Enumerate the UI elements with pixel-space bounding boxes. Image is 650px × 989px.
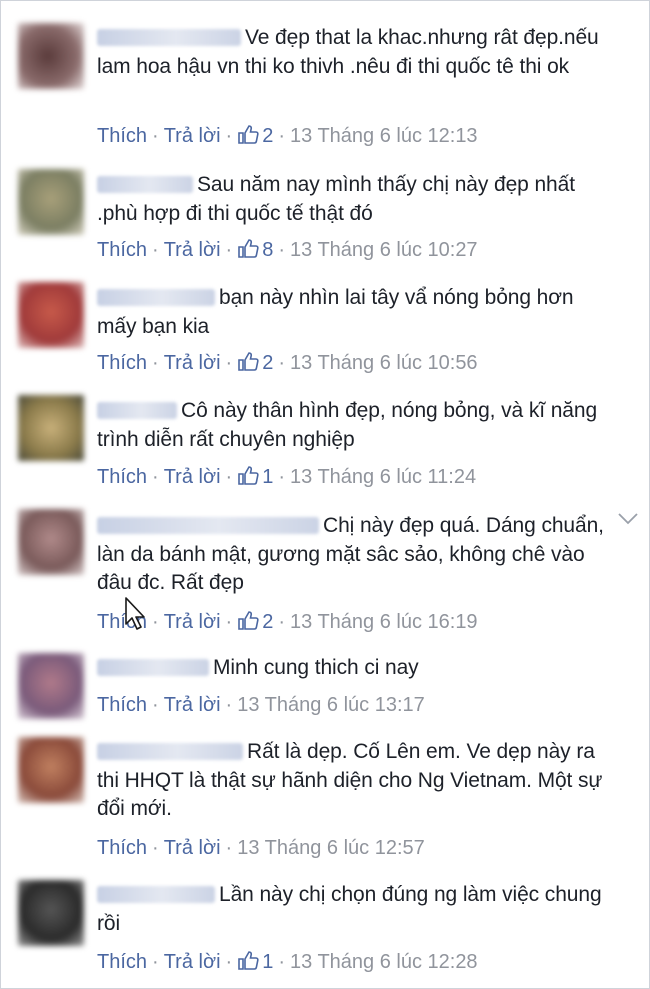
separator: · [152,239,159,261]
like-count[interactable]: 8 [237,239,273,261]
separator: · [278,951,285,973]
comment-actions: Thích · Trả lời · 1 · 13 Tháng 6 lúc 11:24 [97,464,476,489]
separator: · [152,951,159,973]
like-link[interactable]: Thích [97,466,147,488]
separator: · [278,352,285,374]
separator: · [278,125,285,147]
thumbs-up-icon [238,352,259,371]
like-count-value: 8 [262,239,274,261]
author-name[interactable] [97,743,243,760]
like-link[interactable]: Thích [97,951,147,973]
author-name[interactable] [97,517,319,534]
like-count[interactable]: 2 [237,352,273,374]
like-count[interactable]: 2 [237,611,273,633]
comment-text: Rất là dẹp. Cố Lên em. Ve dẹp này ra thi… [97,738,617,824]
avatar[interactable] [18,395,84,461]
comment-text: Minh cung thich ci nay [97,654,617,683]
timestamp[interactable]: 13 Tháng 6 lúc 16:19 [290,611,478,633]
like-count[interactable]: 1 [237,951,273,973]
timestamp[interactable]: 13 Tháng 6 lúc 12:13 [290,125,478,147]
separator: · [225,125,233,147]
author-name[interactable] [97,402,177,419]
separator: · [225,837,233,859]
reply-link[interactable]: Trả lời [164,694,221,716]
reply-link[interactable]: Trả lời [164,837,221,859]
comment-text: Ve đẹp that la khac.nhưng rât đẹp.nếu la… [97,24,617,81]
comment-body: Minh cung thich ci nay [213,656,419,679]
like-link[interactable]: Thích [97,125,147,147]
comment-actions: Thích · Trả lời · 2 · 13 Tháng 6 lúc 12:13 [97,123,478,148]
reply-link[interactable]: Trả lời [164,466,221,488]
reply-link[interactable]: Trả lời [164,951,221,973]
comment-actions: Thích · Trả lời · 13 Tháng 6 lúc 12:57 [97,836,425,860]
separator: · [225,694,233,716]
comment-actions: Thích · Trả lời · 13 Tháng 6 lúc 13:17 [97,693,425,717]
avatar[interactable] [18,653,84,719]
timestamp[interactable]: 13 Tháng 6 lúc 10:56 [290,352,478,374]
comment-list: Ve đẹp that la khac.nhưng rât đẹp.nếu la… [0,0,650,989]
separator: · [225,239,233,261]
author-name[interactable] [97,289,215,306]
like-count-value: 2 [262,352,274,374]
thumbs-up-icon [238,125,259,144]
separator: · [152,837,159,859]
comment-actions: Thích · Trả lời · 1 · 13 Tháng 6 lúc 12:28 [97,949,478,974]
comment-actions: Thích · Trả lời · 2 · 13 Tháng 6 lúc 16:19 [97,609,478,634]
avatar[interactable] [18,737,84,803]
reply-link[interactable]: Trả lời [164,352,221,374]
separator: · [278,466,285,488]
like-link[interactable]: Thích [97,837,147,859]
separator: · [225,951,233,973]
separator: · [152,352,159,374]
avatar[interactable] [18,509,84,575]
avatar[interactable] [18,169,84,235]
separator: · [278,611,285,633]
reply-link[interactable]: Trả lời [164,611,221,633]
timestamp[interactable]: 13 Tháng 6 lúc 12:28 [290,951,478,973]
chevron-down-icon[interactable] [617,512,639,526]
mouse-pointer-icon [125,597,145,630]
reply-link[interactable]: Trả lời [164,125,221,147]
timestamp[interactable]: 13 Tháng 6 lúc 13:17 [237,694,425,716]
avatar[interactable] [18,282,84,348]
like-count-value: 2 [262,611,274,633]
like-count[interactable]: 2 [237,125,273,147]
comment-text: bạn này nhìn lai tây vẩ nóng bỏng hơn mấ… [97,284,617,341]
separator: · [152,694,159,716]
avatar[interactable] [18,880,84,946]
author-name[interactable] [97,886,215,903]
thumbs-up-icon [238,951,259,970]
like-count-value: 2 [262,125,274,147]
like-count[interactable]: 1 [237,466,273,488]
timestamp[interactable]: 13 Tháng 6 lúc 12:57 [237,837,425,859]
author-name[interactable] [97,176,193,193]
thumbs-up-icon [238,466,259,485]
comment-actions: Thích · Trả lời · 2 · 13 Tháng 6 lúc 10:56 [97,350,478,375]
author-name[interactable] [97,659,209,676]
comment-text: Chị này đẹp quá. Dáng chuẩn, làn da bánh… [97,512,617,598]
timestamp[interactable]: 13 Tháng 6 lúc 11:24 [290,466,476,488]
separator: · [225,466,233,488]
separator: · [225,611,233,633]
comment-actions: Thích · Trả lời · 8 · 13 Tháng 6 lúc 10:27 [97,237,478,262]
like-link[interactable]: Thích [97,352,147,374]
separator: · [152,466,159,488]
separator: · [152,125,159,147]
comment-text: Lần này chị chọn đúng ng làm việc chung … [97,881,617,938]
separator: · [278,239,285,261]
like-count-value: 1 [262,466,274,488]
separator: · [225,352,233,374]
thumbs-up-icon [238,239,259,258]
like-count-value: 1 [262,951,274,973]
like-link[interactable]: Thích [97,694,147,716]
author-name[interactable] [97,29,241,46]
avatar[interactable] [18,23,84,89]
thumbs-up-icon [238,611,259,630]
like-link[interactable]: Thích [97,239,147,261]
comment-text: Sau năm nay mình thấy chị này đẹp nhất .… [97,171,617,228]
reply-link[interactable]: Trả lời [164,239,221,261]
comment-text: Cô này thân hình đẹp, nóng bỏng, và kĩ n… [97,397,617,454]
timestamp[interactable]: 13 Tháng 6 lúc 10:27 [290,239,478,261]
